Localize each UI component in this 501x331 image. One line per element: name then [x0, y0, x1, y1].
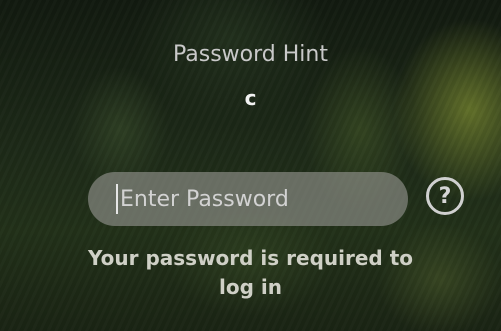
password-hint-value: c [244, 86, 257, 110]
password-required-line-2: log in [219, 275, 282, 299]
password-required-line-1: Your password is required to [88, 246, 413, 270]
help-glyph: ? [438, 183, 452, 209]
password-field[interactable] [88, 172, 408, 226]
password-input[interactable] [120, 186, 390, 212]
password-hint-label: Password Hint [173, 42, 328, 67]
password-required-message: Your password is required to log in [0, 244, 501, 302]
question-circle-icon[interactable]: ? [426, 177, 464, 215]
text-cursor [116, 184, 118, 214]
